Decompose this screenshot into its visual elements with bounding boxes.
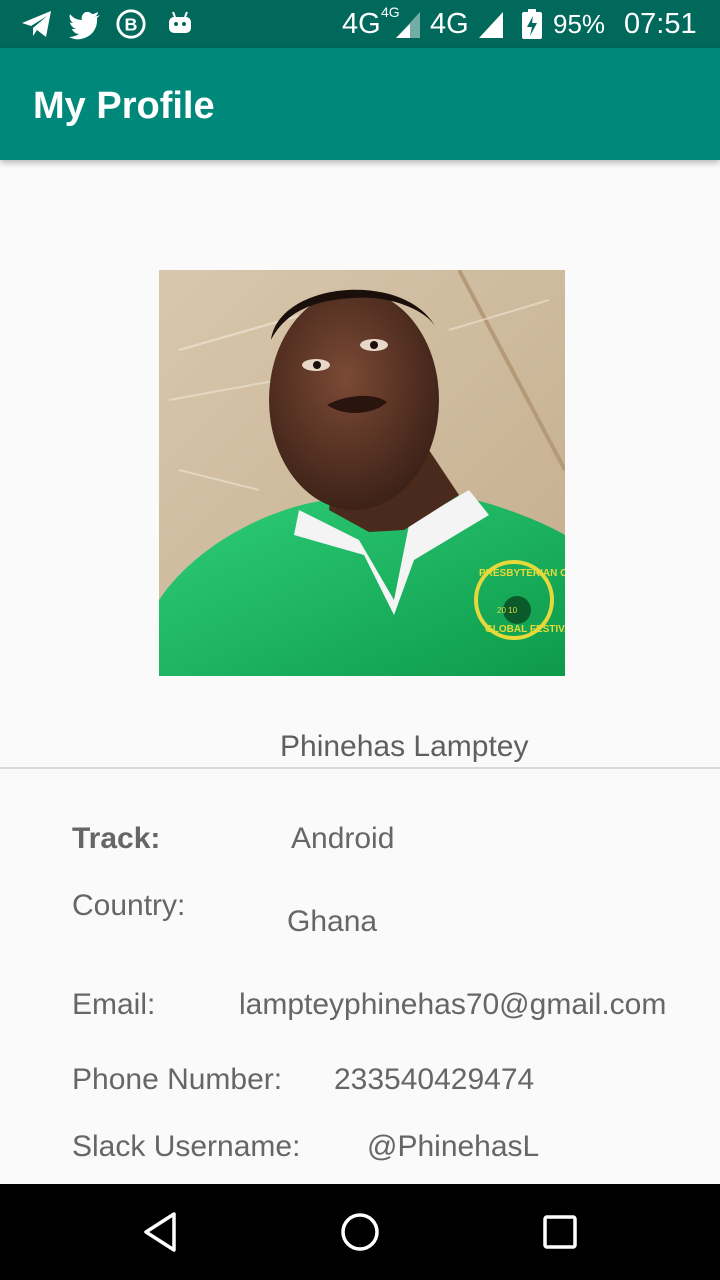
track-value: Android: [291, 822, 395, 855]
emblem-text-bottom: GLOBAL FESTIVAL: [485, 624, 565, 635]
profile-photo: PRESBYTERIAN COLLEGE GLOBAL FESTIVAL 20 …: [159, 270, 565, 676]
recents-icon[interactable]: [534, 1206, 586, 1258]
slack-label: Slack Username:: [72, 1130, 301, 1163]
android-icon: [169, 11, 191, 33]
telegram-icon: [22, 11, 51, 37]
signal-icon: [396, 12, 420, 38]
country-label: Country:: [72, 889, 186, 922]
email-label: Email:: [72, 988, 156, 1021]
navigation-bar: [0, 1184, 720, 1280]
email-value: lampteyphinehas70@gmail.com: [239, 988, 667, 1021]
emblem-year: 20 10: [497, 606, 518, 615]
home-icon[interactable]: [334, 1206, 386, 1258]
phone-value: 233540429474: [334, 1063, 535, 1096]
track-label: Track:: [72, 822, 161, 855]
battery-percent: 95%: [553, 9, 606, 39]
emblem-text-top: PRESBYTERIAN COLLEGE: [479, 568, 565, 579]
app-bar-title: My Profile: [33, 85, 215, 127]
country-value: Ghana: [287, 905, 378, 938]
network-type-1: 4G: [342, 8, 381, 40]
svg-text:B: B: [125, 15, 138, 35]
profile-name: Phinehas Lamptey: [280, 730, 529, 763]
status-bar: B 4G 4G 4G 95% 07:51: [0, 0, 720, 48]
divider: [0, 767, 720, 769]
back-icon[interactable]: [134, 1206, 186, 1258]
network-type-2: 4G: [430, 8, 469, 40]
signal-icon-2: [479, 12, 503, 38]
twitter-icon: [69, 11, 100, 40]
slack-value: @PhinehasL: [367, 1130, 540, 1163]
phone-label: Phone Number:: [72, 1063, 283, 1096]
battery-icon: [522, 9, 542, 39]
clock: 07:51: [624, 8, 697, 40]
b-icon: B: [116, 9, 146, 39]
app-bar: My Profile: [0, 48, 720, 160]
